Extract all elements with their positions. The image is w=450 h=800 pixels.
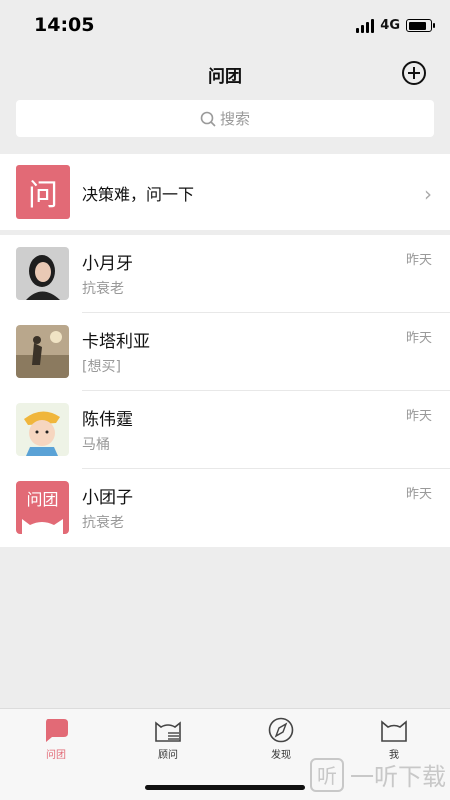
search-input[interactable]: 搜索 bbox=[16, 100, 434, 137]
contact-name: 卡塔利亚 bbox=[82, 332, 150, 352]
message-preview: 马桶 bbox=[82, 437, 110, 453]
signal-icon bbox=[356, 18, 375, 33]
watermark-logo-icon: 听 bbox=[310, 757, 344, 792]
conversation-row[interactable]: 小月牙 抗衰老 昨天 bbox=[0, 235, 450, 313]
compass-icon bbox=[268, 717, 294, 743]
status-time: 14:05 bbox=[34, 14, 95, 36]
tab-label: 顾问 bbox=[158, 750, 178, 761]
message-preview: 抗衰老 bbox=[82, 515, 124, 531]
conversation-row[interactable]: 卡塔利亚 [想买] 昨天 bbox=[0, 313, 450, 391]
status-indicators: 4G bbox=[356, 18, 435, 33]
chevron-right-icon: › bbox=[424, 182, 432, 206]
tab-wentuan[interactable]: 问团 bbox=[26, 717, 86, 761]
message-time: 昨天 bbox=[405, 253, 432, 268]
message-time: 昨天 bbox=[405, 487, 432, 502]
home-indicator[interactable] bbox=[145, 785, 305, 790]
contact-name: 小团子 bbox=[82, 488, 133, 508]
avatar bbox=[16, 403, 69, 456]
contact-name: 陈伟霆 bbox=[82, 410, 133, 430]
avatar bbox=[16, 247, 69, 300]
battery-icon bbox=[406, 19, 435, 32]
conversation-row[interactable]: 陈伟霆 马桶 昨天 bbox=[0, 391, 450, 469]
wen-logo-icon: 问 bbox=[16, 165, 70, 219]
message-time: 昨天 bbox=[405, 331, 432, 346]
page-title: 问团 bbox=[208, 67, 242, 87]
chat-bubble-icon bbox=[46, 719, 68, 742]
network-label: 4G bbox=[380, 18, 400, 33]
status-bar: 14:05 4G bbox=[0, 0, 450, 52]
tab-label: 发现 bbox=[271, 750, 291, 761]
avatar-logo-text: 问团 bbox=[26, 490, 58, 509]
conversation-list: 小月牙 抗衰老 昨天 卡塔利亚 [想买] 昨天 陈伟霆 马桶 昨天 问团 小团子… bbox=[0, 235, 450, 547]
tab-me[interactable]: 我 bbox=[364, 717, 424, 761]
message-preview: 抗衰老 bbox=[82, 281, 124, 297]
tab-label: 问团 bbox=[46, 750, 66, 761]
add-icon[interactable] bbox=[402, 61, 426, 85]
message-time: 昨天 bbox=[405, 409, 432, 424]
search-icon bbox=[200, 111, 216, 127]
avatar bbox=[16, 325, 69, 378]
search-placeholder: 搜索 bbox=[219, 110, 250, 128]
tab-advisor[interactable]: 顾问 bbox=[138, 717, 198, 761]
message-preview: [想买] bbox=[82, 359, 121, 375]
nav-bar: 问团 bbox=[0, 52, 450, 96]
watermark-text: 一听下载 bbox=[350, 763, 446, 791]
contact-name: 小月牙 bbox=[82, 254, 133, 274]
decision-banner[interactable]: 问 决策难，问一下 › bbox=[0, 154, 450, 230]
tab-discover[interactable]: 发现 bbox=[251, 717, 311, 761]
avatar: 问团 bbox=[16, 481, 69, 534]
watermark: 听 一听下载 bbox=[310, 757, 446, 792]
cat-face-icon bbox=[381, 720, 407, 742]
conversation-row[interactable]: 问团 小团子 抗衰老 昨天 bbox=[0, 469, 450, 547]
banner-text: 决策难，问一下 bbox=[82, 185, 195, 204]
cat-menu-icon bbox=[155, 721, 181, 742]
